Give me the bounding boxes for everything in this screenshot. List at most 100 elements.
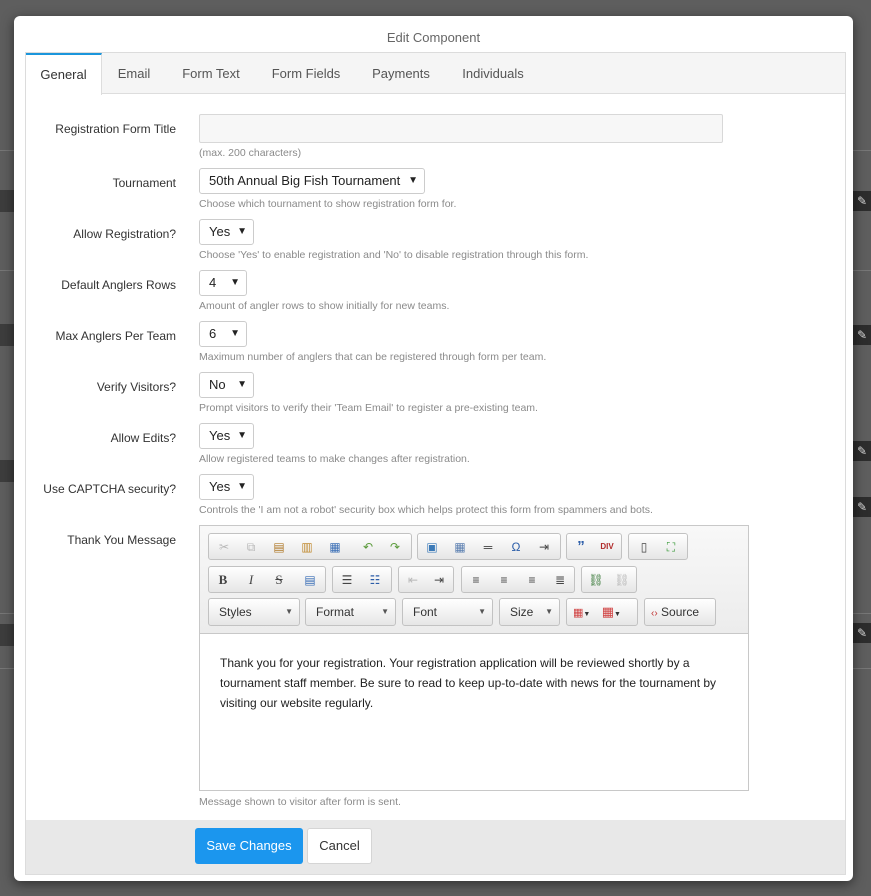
redo-icon[interactable]: ↷ xyxy=(386,538,404,556)
table-icon[interactable]: ▦ xyxy=(451,538,469,556)
paste-word-icon[interactable]: ▦ xyxy=(326,538,344,556)
default-anglers-rows-help: Amount of angler rows to show initially … xyxy=(199,300,450,312)
bg-bar xyxy=(0,324,14,346)
max-anglers-per-team-label: Max Anglers Per Team xyxy=(55,329,177,343)
verify-visitors-help: Prompt visitors to verify their 'Team Em… xyxy=(199,402,538,414)
tournament-select[interactable]: 50th Annual Big Fish Tournament ▼ xyxy=(199,168,425,194)
verify-visitors-select-value: No xyxy=(209,377,226,392)
rich-text-editor: ✂ ⧉ ▤ ▥ ▦ ↶ ↷ ▣ ▦ ═ Ω ⇥ ” DIV ▯ ⛶ B I S … xyxy=(199,525,749,791)
chevron-down-icon: ▼ xyxy=(545,607,553,616)
text-color-icon[interactable]: ▦ xyxy=(573,607,583,619)
align-justify-icon[interactable]: ≣ xyxy=(551,571,569,589)
bullet-list-icon[interactable]: ☷ xyxy=(366,571,384,589)
modal-footer: Save Changes Cancel xyxy=(26,820,845,874)
tab-general[interactable]: General xyxy=(26,53,102,95)
bg-bar xyxy=(0,460,14,482)
chevron-down-icon: ▼ xyxy=(478,607,486,616)
default-anglers-rows-label: Default Anglers Rows xyxy=(61,278,176,292)
horizontal-line-icon[interactable]: ═ xyxy=(479,538,497,556)
allow-registration-select[interactable]: Yes ▼ xyxy=(199,219,254,245)
text-style-group: B I S ▤ xyxy=(208,566,326,593)
tournament-select-value: 50th Annual Big Fish Tournament xyxy=(209,173,401,188)
tab-form-text[interactable]: Form Text xyxy=(172,53,250,94)
unlink-icon[interactable]: ⛓ xyxy=(613,571,631,589)
allow-edits-select-value: Yes xyxy=(209,428,231,443)
max-anglers-per-team-select-value: 6 xyxy=(209,326,217,341)
align-group: ≡ ≡ ≡ ≣ xyxy=(461,566,575,593)
editor-content[interactable]: Thank you for your registration. Your re… xyxy=(220,653,730,713)
copy-icon[interactable]: ⧉ xyxy=(242,538,260,556)
save-changes-button[interactable]: Save Changes xyxy=(195,828,303,864)
outdent-icon[interactable]: ⇤ xyxy=(404,571,422,589)
maximize-icon[interactable]: ⛶ xyxy=(662,538,680,556)
allow-registration-help: Choose 'Yes' to enable registration and … xyxy=(199,249,589,261)
allow-edits-select[interactable]: Yes ▼ xyxy=(199,423,254,449)
tab-email[interactable]: Email xyxy=(106,53,162,94)
source-button[interactable]: ‹› Source xyxy=(644,598,716,626)
modal-panel: General Email Form Text Form Fields Paym… xyxy=(25,52,846,875)
tab-payments[interactable]: Payments xyxy=(362,53,440,94)
max-anglers-per-team-select[interactable]: 6 ▼ xyxy=(199,321,247,347)
page-break-icon[interactable]: ⇥ xyxy=(535,538,553,556)
source-icon: ‹› xyxy=(651,608,658,619)
indent-icon[interactable]: ⇥ xyxy=(430,571,448,589)
list-group: ☰ ☷ xyxy=(332,566,392,593)
chevron-down-icon: ▼ xyxy=(408,175,418,186)
default-anglers-rows-select[interactable]: 4 ▼ xyxy=(199,270,247,296)
bg-edit-icon: ✎ xyxy=(853,325,871,345)
align-center-icon[interactable]: ≡ xyxy=(495,571,513,589)
undo-icon[interactable]: ↶ xyxy=(359,538,377,556)
tournament-help: Choose which tournament to show registra… xyxy=(199,198,457,210)
background-color-icon[interactable]: ▦ xyxy=(602,604,614,619)
modal-title: Edit Component xyxy=(386,30,481,45)
chevron-down-icon: ▼ xyxy=(230,328,240,339)
source-button-label: Source xyxy=(661,605,700,619)
registration-form-title-help: (max. 200 characters) xyxy=(199,147,302,159)
remove-format-icon[interactable]: ▤ xyxy=(301,571,319,589)
cut-icon[interactable]: ✂ xyxy=(215,538,233,556)
chevron-down-icon: ▼ xyxy=(237,226,247,237)
align-right-icon[interactable]: ≡ xyxy=(523,571,541,589)
format-dropdown-label: Format xyxy=(316,605,355,619)
allow-edits-label: Allow Edits? xyxy=(110,431,176,445)
numbered-list-icon[interactable]: ☰ xyxy=(338,571,356,589)
allow-edits-help: Allow registered teams to make changes a… xyxy=(199,453,470,465)
format-dropdown[interactable]: Format ▼ xyxy=(305,598,396,626)
blockquote-icon[interactable]: ” xyxy=(572,538,590,556)
chevron-down-icon: ▼ xyxy=(237,379,247,390)
cancel-button[interactable]: Cancel xyxy=(307,828,372,864)
div-icon[interactable]: DIV xyxy=(598,538,616,556)
link-icon[interactable]: ⛓ xyxy=(587,571,605,589)
paste-icon[interactable]: ▤ xyxy=(270,538,288,556)
view-group: ▯ ⛶ xyxy=(628,533,688,560)
show-blocks-icon[interactable]: ▯ xyxy=(635,538,653,556)
size-dropdown[interactable]: Size ▼ xyxy=(499,598,560,626)
verify-visitors-label: Verify Visitors? xyxy=(96,380,176,394)
font-dropdown[interactable]: Font ▼ xyxy=(402,598,493,626)
chevron-down-icon: ▼ xyxy=(285,607,293,616)
verify-visitors-select[interactable]: No ▼ xyxy=(199,372,254,398)
italic-icon[interactable]: I xyxy=(242,571,260,589)
block-group: ” DIV xyxy=(566,533,622,560)
allow-registration-select-value: Yes xyxy=(209,224,231,239)
clipboard-group: ✂ ⧉ ▤ ▥ ▦ ↶ ↷ xyxy=(208,533,412,560)
use-captcha-label: Use CAPTCHA security? xyxy=(43,482,176,496)
special-char-icon[interactable]: Ω xyxy=(507,538,525,556)
edit-component-modal: Edit Component General Email Form Text F… xyxy=(14,16,853,881)
chevron-down-icon: ▼ xyxy=(613,611,621,618)
tournament-label: Tournament xyxy=(112,176,176,190)
styles-dropdown[interactable]: Styles ▼ xyxy=(208,598,300,626)
registration-form-title-input[interactable] xyxy=(199,114,723,143)
align-left-icon[interactable]: ≡ xyxy=(467,571,485,589)
use-captcha-select-value: Yes xyxy=(209,479,231,494)
max-anglers-per-team-help: Maximum number of anglers that can be re… xyxy=(199,351,547,363)
tab-individuals[interactable]: Individuals xyxy=(452,53,534,94)
chevron-down-icon: ▼ xyxy=(230,277,240,288)
chevron-down-icon: ▼ xyxy=(237,481,247,492)
tab-form-fields[interactable]: Form Fields xyxy=(262,53,350,94)
strikethrough-icon[interactable]: S xyxy=(270,571,288,589)
paste-text-icon[interactable]: ▥ xyxy=(298,538,316,556)
bold-icon[interactable]: B xyxy=(214,571,232,589)
image-icon[interactable]: ▣ xyxy=(423,538,441,556)
use-captcha-select[interactable]: Yes ▼ xyxy=(199,474,254,500)
